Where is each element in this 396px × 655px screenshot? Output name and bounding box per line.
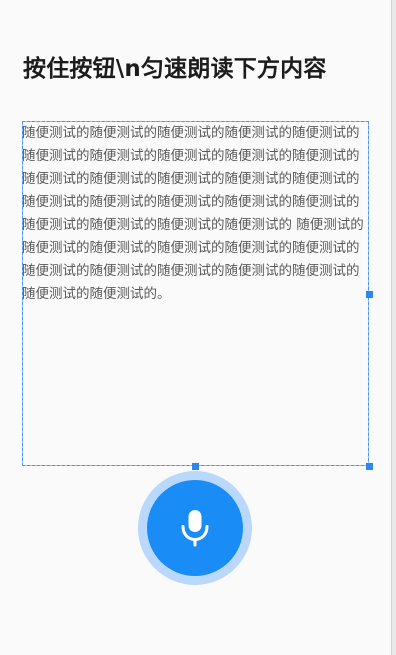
app-screen: 按住按钮\n匀速朗读下方内容 随便测试的随便测试的随便测试的随便测试的随便测试的… xyxy=(0,0,391,655)
resize-handle-right[interactable] xyxy=(366,291,373,298)
hold-to-record-button[interactable] xyxy=(147,480,243,576)
reading-passage: 随便测试的随便测试的随便测试的随便测试的随便测试的随便测试的随便测试的随便测试的… xyxy=(22,125,364,302)
window-edge xyxy=(391,0,396,655)
page-title: 按住按钮\n匀速朗读下方内容 xyxy=(23,56,327,82)
resize-handle-bottom[interactable] xyxy=(192,463,199,470)
resize-handle-corner[interactable] xyxy=(366,463,373,470)
microphone-icon xyxy=(181,510,209,547)
